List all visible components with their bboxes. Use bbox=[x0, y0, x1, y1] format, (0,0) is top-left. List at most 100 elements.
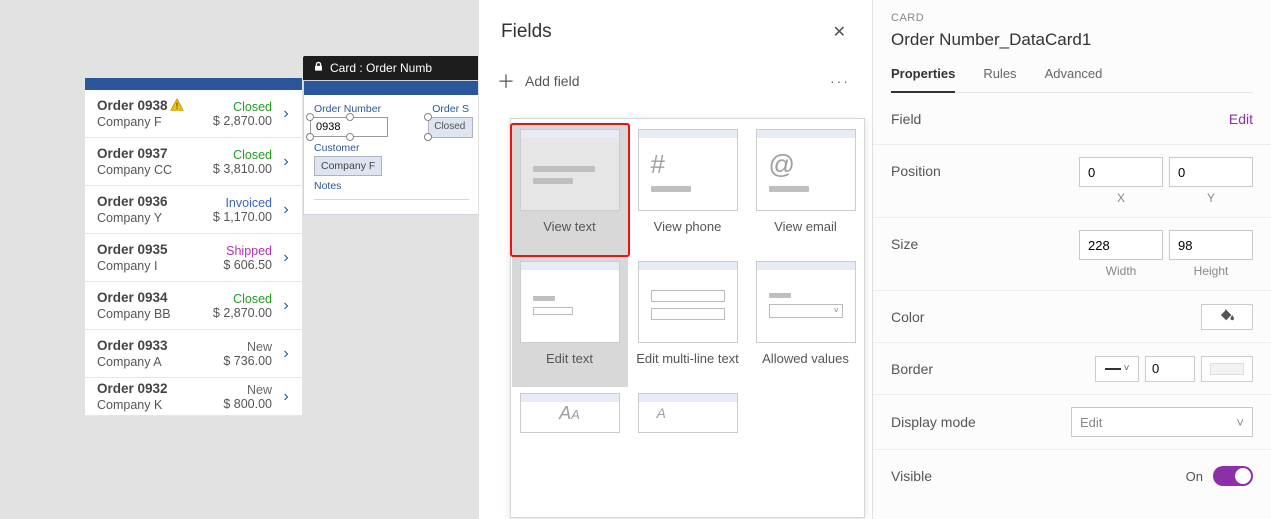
order-status: Closed bbox=[208, 100, 272, 114]
order-title: Order 0938 bbox=[97, 98, 208, 113]
gallery-item[interactable]: Order 0935Company IShipped$ 606.50› bbox=[85, 234, 302, 282]
control-type-flyout: View text # View phone @ View email Edit… bbox=[510, 118, 865, 518]
order-status: Invoiced bbox=[208, 196, 272, 210]
display-mode-select[interactable]: Edit ˅ bbox=[1071, 407, 1253, 437]
height-input[interactable] bbox=[1169, 230, 1253, 260]
y-axis-label: Y bbox=[1169, 191, 1253, 205]
width-sublabel: Width bbox=[1079, 264, 1163, 278]
tab-advanced[interactable]: Advanced bbox=[1045, 66, 1103, 92]
customer-value: Company F bbox=[314, 156, 382, 176]
field-edit-link[interactable]: Edit bbox=[1229, 111, 1253, 127]
close-icon[interactable]: ✕ bbox=[829, 18, 850, 46]
x-axis-label: X bbox=[1079, 191, 1163, 205]
company-name: Company BB bbox=[97, 307, 208, 321]
gallery-item[interactable]: Order 0932Company KNew$ 800.00› bbox=[85, 378, 302, 416]
border-color-picker[interactable] bbox=[1201, 356, 1253, 382]
chevron-right-icon: › bbox=[280, 345, 292, 363]
field-prop-label: Field bbox=[891, 111, 921, 127]
form-frame: Order Number Order S Cl bbox=[303, 80, 480, 215]
properties-pane: CARD Order Number_DataCard1 Properties R… bbox=[872, 0, 1271, 519]
order-status: Closed bbox=[208, 292, 272, 306]
border-label: Border bbox=[891, 361, 933, 377]
order-amount: $ 2,870.00 bbox=[208, 114, 272, 128]
chevron-right-icon: › bbox=[280, 297, 292, 315]
gallery-item[interactable]: Order 0938 Company FClosed$ 2,870.00 › bbox=[85, 90, 302, 138]
tab-rules[interactable]: Rules bbox=[983, 66, 1016, 92]
company-name: Company I bbox=[97, 259, 208, 273]
option-row3-b[interactable]: A bbox=[634, 393, 742, 433]
more-icon[interactable]: ··· bbox=[830, 73, 850, 89]
option-edit-text[interactable]: Edit text bbox=[512, 257, 628, 387]
border-style-picker[interactable]: ˅ bbox=[1095, 356, 1139, 382]
position-x-input[interactable] bbox=[1079, 157, 1163, 187]
option-view-email[interactable]: @ View email bbox=[752, 129, 860, 251]
company-name: Company Y bbox=[97, 211, 208, 225]
order-status: Closed bbox=[208, 148, 272, 162]
chevron-right-icon: › bbox=[280, 388, 292, 406]
company-name: Company A bbox=[97, 355, 208, 369]
size-label: Size bbox=[891, 230, 918, 252]
color-label: Color bbox=[891, 309, 924, 325]
order-title: Order 0935 bbox=[97, 242, 208, 257]
tab-properties[interactable]: Properties bbox=[891, 66, 955, 93]
chevron-down-icon: ˅ bbox=[1236, 415, 1244, 430]
chevron-right-icon: › bbox=[280, 105, 292, 123]
gallery-item[interactable]: Order 0936Company YInvoiced$ 1,170.00› bbox=[85, 186, 302, 234]
order-amount: $ 3,810.00 bbox=[208, 162, 272, 176]
gallery-header-bar bbox=[85, 78, 302, 90]
option-row3-a[interactable]: AA bbox=[516, 393, 624, 433]
card-title: Order Number_DataCard1 bbox=[891, 30, 1253, 50]
lock-icon bbox=[313, 61, 324, 75]
order-title: Order 0936 bbox=[97, 194, 208, 209]
gallery-item[interactable]: Order 0937Company CCClosed$ 3,810.00› bbox=[85, 138, 302, 186]
order-amount: $ 2,870.00 bbox=[208, 306, 272, 320]
company-name: Company CC bbox=[97, 163, 208, 177]
visible-toggle[interactable] bbox=[1213, 466, 1253, 486]
order-status: Shipped bbox=[208, 244, 272, 258]
gallery-item[interactable]: Order 0934 Company BBClosed$ 2,870.00 › bbox=[85, 282, 302, 330]
add-field-label: Add field bbox=[525, 73, 579, 89]
visible-value-text: On bbox=[1186, 469, 1203, 484]
option-view-phone[interactable]: # View phone bbox=[634, 129, 742, 251]
fields-pane-title: Fields bbox=[501, 21, 552, 43]
selected-datacard[interactable] bbox=[310, 117, 422, 137]
display-mode-value: Edit bbox=[1080, 415, 1102, 430]
order-status-value: Closed bbox=[428, 117, 473, 138]
order-number-label: Order Number bbox=[314, 103, 418, 115]
order-amount: $ 736.00 bbox=[208, 354, 272, 368]
visible-label: Visible bbox=[891, 468, 932, 484]
customer-label: Customer bbox=[314, 142, 469, 154]
callout-label: Card : Order Numb bbox=[330, 61, 432, 75]
chevron-down-icon: ˅ bbox=[1124, 363, 1130, 374]
option-edit-multiline[interactable]: Edit multi-line text bbox=[634, 261, 742, 383]
form-canvas: Card : Order Numb Order Number bbox=[303, 56, 480, 215]
line-icon bbox=[1105, 368, 1121, 370]
display-mode-label: Display mode bbox=[891, 414, 976, 430]
height-sublabel: Height bbox=[1169, 264, 1253, 278]
orders-gallery: Order 0938Company FClosed$ 2,870.00›Orde… bbox=[85, 78, 302, 416]
width-input[interactable] bbox=[1079, 230, 1163, 260]
company-name: Company F bbox=[97, 115, 208, 129]
option-view-text[interactable]: View text bbox=[512, 125, 628, 255]
chevron-right-icon: › bbox=[280, 249, 292, 267]
props-tabs: Properties Rules Advanced bbox=[891, 66, 1253, 93]
color-picker[interactable] bbox=[1201, 304, 1253, 330]
order-title: Order 0937 bbox=[97, 146, 208, 161]
order-title: Order 0934 bbox=[97, 290, 208, 305]
position-y-input[interactable] bbox=[1169, 157, 1253, 187]
selection-callout: Card : Order Numb bbox=[303, 56, 480, 80]
notes-label: Notes bbox=[314, 180, 469, 192]
order-title: Order 0932 bbox=[97, 381, 208, 396]
option-allowed-values[interactable]: ˅ Allowed values bbox=[752, 261, 860, 383]
paint-bucket-icon bbox=[1220, 308, 1234, 325]
add-field-button[interactable]: ＋ Add field bbox=[497, 68, 579, 94]
form-header-bar bbox=[304, 81, 479, 95]
card-eyebrow: CARD bbox=[891, 12, 1253, 24]
plus-icon: ＋ bbox=[497, 68, 515, 94]
gallery-item[interactable]: Order 0933Company ANew$ 736.00› bbox=[85, 330, 302, 378]
order-amount: $ 800.00 bbox=[208, 397, 272, 411]
warning-icon bbox=[170, 98, 184, 112]
border-width-input[interactable] bbox=[1145, 356, 1195, 382]
order-status-label: Order S bbox=[432, 103, 469, 115]
order-title: Order 0933 bbox=[97, 338, 208, 353]
